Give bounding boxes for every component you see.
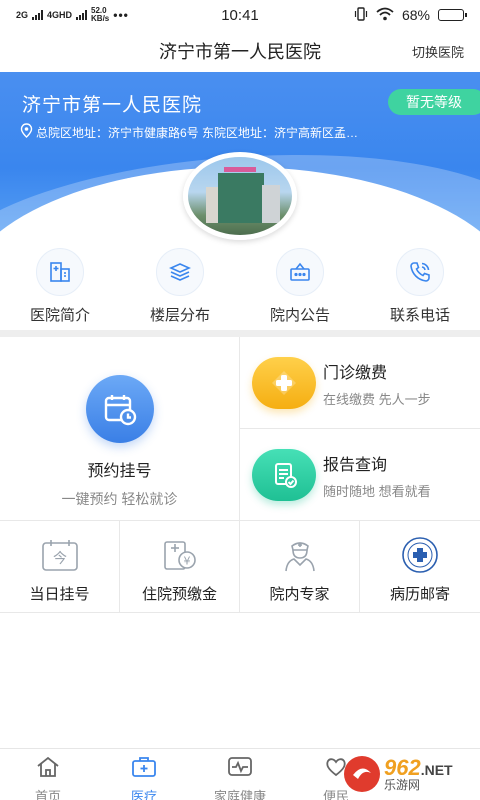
calendar-clock-icon	[85, 375, 154, 443]
report-query-card[interactable]: 报告查询 随时随地 想看就看	[240, 429, 480, 521]
outpatient-payment-subtitle: 在线缴费 先人一步	[323, 392, 431, 407]
quick-link-label: 联系电话	[389, 307, 450, 324]
deposit-icon: ¥	[158, 537, 202, 573]
watermark-text: 962.NET 乐游网	[384, 755, 453, 792]
phone-icon	[396, 248, 444, 296]
home-icon	[35, 755, 61, 784]
wifi-icon	[376, 7, 394, 24]
medical-kit-icon	[130, 755, 158, 784]
more-dots: •••	[113, 8, 129, 22]
signal-icon	[76, 10, 88, 20]
same-day-registration-label: 当日挂号	[29, 586, 90, 603]
hospital-building-icon	[36, 248, 84, 296]
outpatient-payment-card[interactable]: 门诊缴费 在线缴费 先人一步	[240, 337, 480, 429]
page-title: 济宁市第一人民医院	[159, 42, 321, 62]
calendar-today-icon: 今	[38, 537, 82, 573]
site-watermark: 962.NET 乐游网	[344, 752, 474, 796]
nav-medical[interactable]: 医疗	[96, 749, 192, 800]
quick-link-notice[interactable]: 院内公告	[240, 248, 360, 328]
watermark-site: 乐游网	[384, 778, 421, 792]
report-query-subtitle: 随时随地 想看就看	[323, 484, 431, 499]
location-pin-icon	[20, 123, 33, 141]
inpatient-deposit-label: 住院预缴金	[141, 586, 217, 603]
status-right: 68%	[354, 6, 467, 24]
quick-link-floor-layout[interactable]: 楼层分布	[120, 248, 240, 328]
nav-label: 家庭健康	[213, 789, 266, 800]
signal-icon	[32, 10, 44, 20]
medical-record-mail[interactable]: 病历邮寄	[360, 521, 480, 613]
doctor-icon	[278, 537, 322, 573]
same-day-registration[interactable]: 今 当日挂号	[0, 521, 120, 613]
appointment-subtitle: 一键预约 轻松就诊	[61, 491, 178, 507]
notice-board-icon	[276, 248, 324, 296]
appointment-title: 预约挂号	[87, 463, 152, 480]
report-check-icon	[252, 449, 316, 501]
quick-link-label: 楼层分布	[149, 307, 210, 324]
quick-link-hospital-intro[interactable]: 医院简介	[0, 248, 120, 328]
vibrate-icon	[354, 6, 368, 24]
medical-record-mail-label: 病历邮寄	[389, 586, 450, 603]
network-type-left: 2G	[16, 10, 29, 20]
heart-monitor-icon	[226, 755, 254, 784]
hospital-name: 济宁市第一人民医院	[22, 95, 203, 116]
nav-label: 医疗	[130, 789, 157, 800]
hospital-address[interactable]: 总院区地址：济宁市健康路6号 东院区地址：济宁高新区孟…	[20, 123, 475, 141]
report-query-title: 报告查询	[323, 457, 388, 474]
status-left: 2G 4GHD 52.0 KB/s •••	[16, 7, 129, 23]
status-bar: 2G 4GHD 52.0 KB/s ••• 10:41 68%	[0, 0, 480, 30]
inpatient-deposit[interactable]: ¥ 住院预缴金	[120, 521, 240, 613]
quick-link-contact-phone[interactable]: 联系电话	[360, 248, 480, 328]
quick-link-label: 医院简介	[29, 307, 90, 324]
net-speed: 52.0 KB/s	[91, 7, 109, 23]
quick-links: 医院简介 楼层分布 院内公告 联系电话	[0, 248, 480, 328]
hospital-level-badge: 暂无等级	[388, 89, 480, 115]
network-type-right: 4GHD	[47, 10, 73, 20]
quick-link-label: 院内公告	[269, 307, 330, 324]
svg-text:今: 今	[53, 551, 67, 567]
switch-hospital-button[interactable]: 切换医院	[412, 42, 464, 61]
in-hospital-experts-label: 院内专家	[269, 586, 330, 603]
nav-home[interactable]: 首页	[0, 749, 96, 800]
plus-cross-icon	[252, 357, 316, 409]
nav-family-health[interactable]: 家庭健康	[192, 749, 288, 800]
net-speed-unit: KB/s	[91, 14, 110, 23]
layers-icon	[156, 248, 204, 296]
section-divider	[0, 330, 480, 337]
hospital-address-text: 总院区地址：济宁市健康路6号 东院区地址：济宁高新区孟…	[36, 125, 359, 140]
services-grid: 预约挂号 一键预约 轻松就诊 门诊缴费 在线缴费 先人一步 报告查询 随时随地 …	[0, 337, 480, 613]
watermark-number: 962.NET	[384, 755, 453, 780]
battery-percent: 68%	[401, 7, 430, 23]
nav-label: 首页	[34, 789, 61, 800]
outpatient-payment-title: 门诊缴费	[323, 365, 388, 382]
hospital-seal-icon	[398, 537, 442, 573]
app-header: 济宁市第一人民医院 切换医院	[0, 30, 480, 72]
watermark-logo	[344, 756, 380, 792]
battery-icon	[438, 9, 467, 21]
appointment-card[interactable]: 预约挂号 一键预约 轻松就诊	[0, 337, 240, 521]
svg-text:¥: ¥	[183, 555, 190, 568]
in-hospital-experts[interactable]: 院内专家	[240, 521, 360, 613]
hospital-photo	[183, 152, 297, 240]
